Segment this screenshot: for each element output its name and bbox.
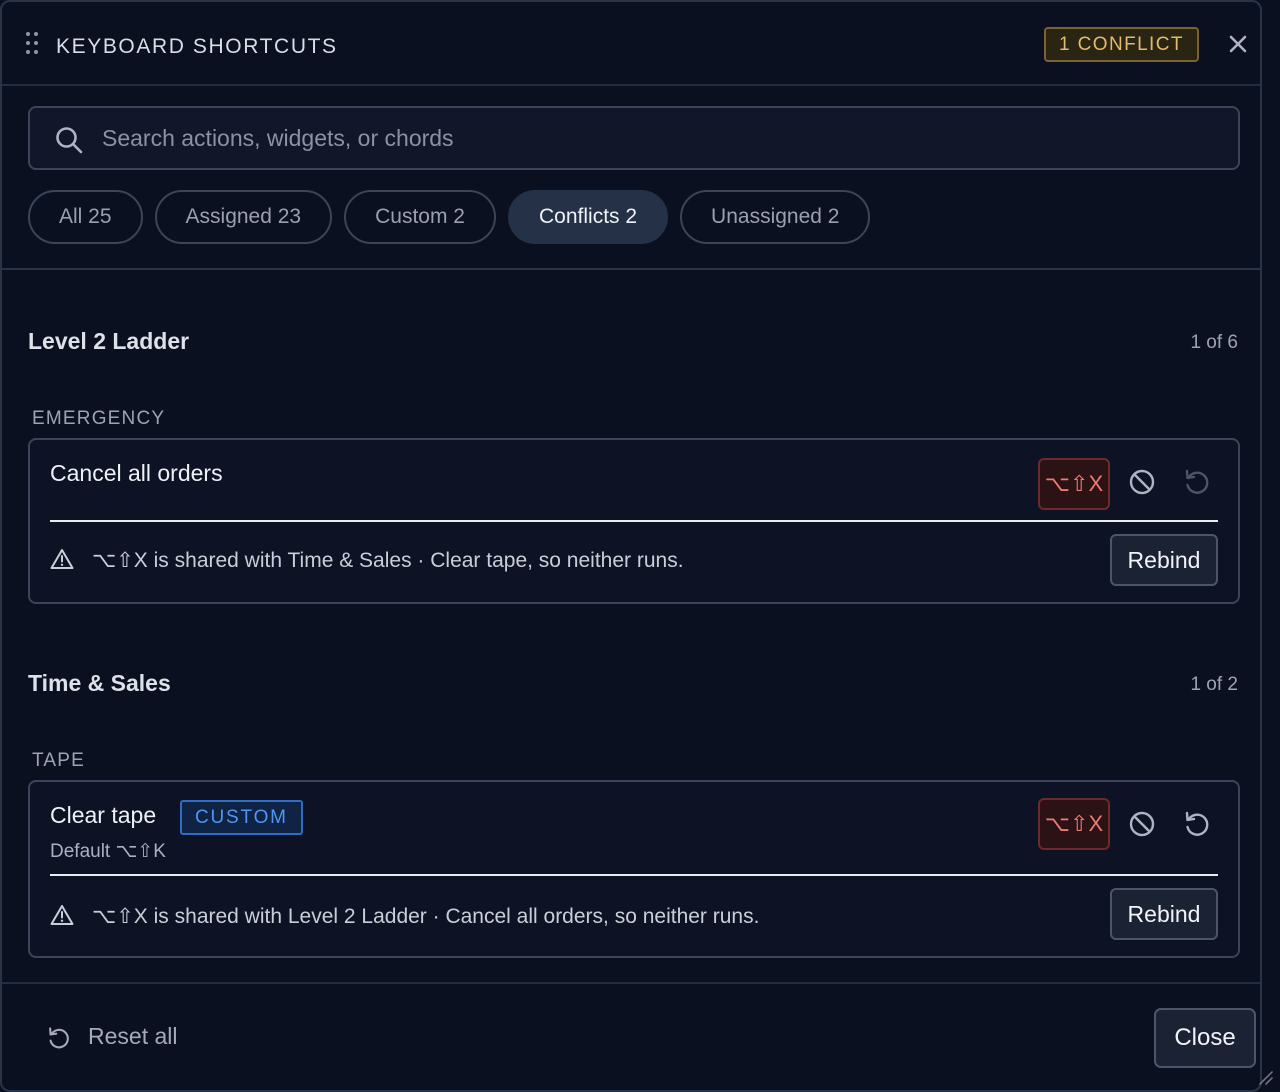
default-chord-text: Default ⌥⇧K [50, 841, 166, 862]
reset-icon [49, 1027, 69, 1049]
filter-chip-custom[interactable]: Custom 2 [344, 190, 496, 244]
footer-divider [2, 982, 1260, 984]
reset-default-icon[interactable] [1180, 808, 1212, 840]
warning-icon [50, 904, 74, 931]
conflict-count-badge: 1 CONFLICT [1044, 27, 1199, 62]
close-button[interactable]: Close [1154, 1008, 1256, 1068]
keyboard-shortcuts-dialog: KEYBOARD SHORTCUTS 1 CONFLICT All 25 Ass… [0, 0, 1262, 1092]
dialog-header: KEYBOARD SHORTCUTS 1 CONFLICT [2, 2, 1260, 86]
chord-key-conflict[interactable]: ⌥⇧X [1038, 458, 1110, 510]
section-title-level-2-ladder: Level 2 Ladder [28, 328, 190, 354]
section-count: 1 of 6 [1190, 332, 1238, 353]
resize-handle-icon[interactable] [1256, 1068, 1274, 1086]
section-count: 1 of 2 [1190, 674, 1238, 695]
action-name: Clear tape [50, 802, 157, 828]
rebind-button[interactable]: Rebind [1110, 534, 1218, 586]
filter-chip-all[interactable]: All 25 [28, 190, 143, 244]
search-input[interactable] [102, 108, 1222, 168]
group-label-emergency: EMERGENCY [32, 408, 166, 429]
shortcut-card-clear-tape: Clear tape CUSTOM Default ⌥⇧K ⌥⇧X ⌥⇧X is… [28, 780, 1240, 958]
card-divider [50, 874, 1218, 876]
custom-tag-badge: CUSTOM [180, 800, 303, 835]
unassign-icon[interactable] [1126, 466, 1158, 498]
dialog-title: KEYBOARD SHORTCUTS [56, 35, 338, 58]
reset-default-icon[interactable] [1180, 466, 1212, 498]
chord-key-conflict[interactable]: ⌥⇧X [1038, 798, 1110, 850]
action-name: Cancel all orders [50, 460, 223, 486]
filter-chips: All 25 Assigned 23 Custom 2 Conflicts 2 … [28, 190, 871, 244]
conflict-warning-text: ⌥⇧X is shared with Level 2 Ladder · Canc… [92, 905, 760, 928]
filter-chip-unassigned[interactable]: Unassigned 2 [680, 190, 871, 244]
drag-handle-icon[interactable] [26, 32, 40, 58]
section-title-time-and-sales: Time & Sales [28, 670, 171, 696]
group-label-tape: TAPE [32, 750, 86, 771]
shortcut-card-cancel-all-orders: Cancel all orders ⌥⇧X ⌥⇧X is shared with… [28, 438, 1240, 604]
warning-icon [50, 548, 74, 575]
header-divider [2, 268, 1260, 270]
close-icon[interactable] [1224, 30, 1252, 58]
card-divider [50, 520, 1218, 522]
filter-chip-assigned[interactable]: Assigned 23 [154, 190, 333, 244]
conflict-warning-text: ⌥⇧X is shared with Time & Sales · Clear … [92, 549, 684, 572]
search-icon [56, 127, 83, 154]
rebind-button[interactable]: Rebind [1110, 888, 1218, 940]
search-box [28, 106, 1240, 170]
reset-all-label: Reset all [88, 1023, 178, 1049]
filter-chip-conflicts[interactable]: Conflicts 2 [508, 190, 669, 244]
unassign-icon[interactable] [1126, 808, 1158, 840]
